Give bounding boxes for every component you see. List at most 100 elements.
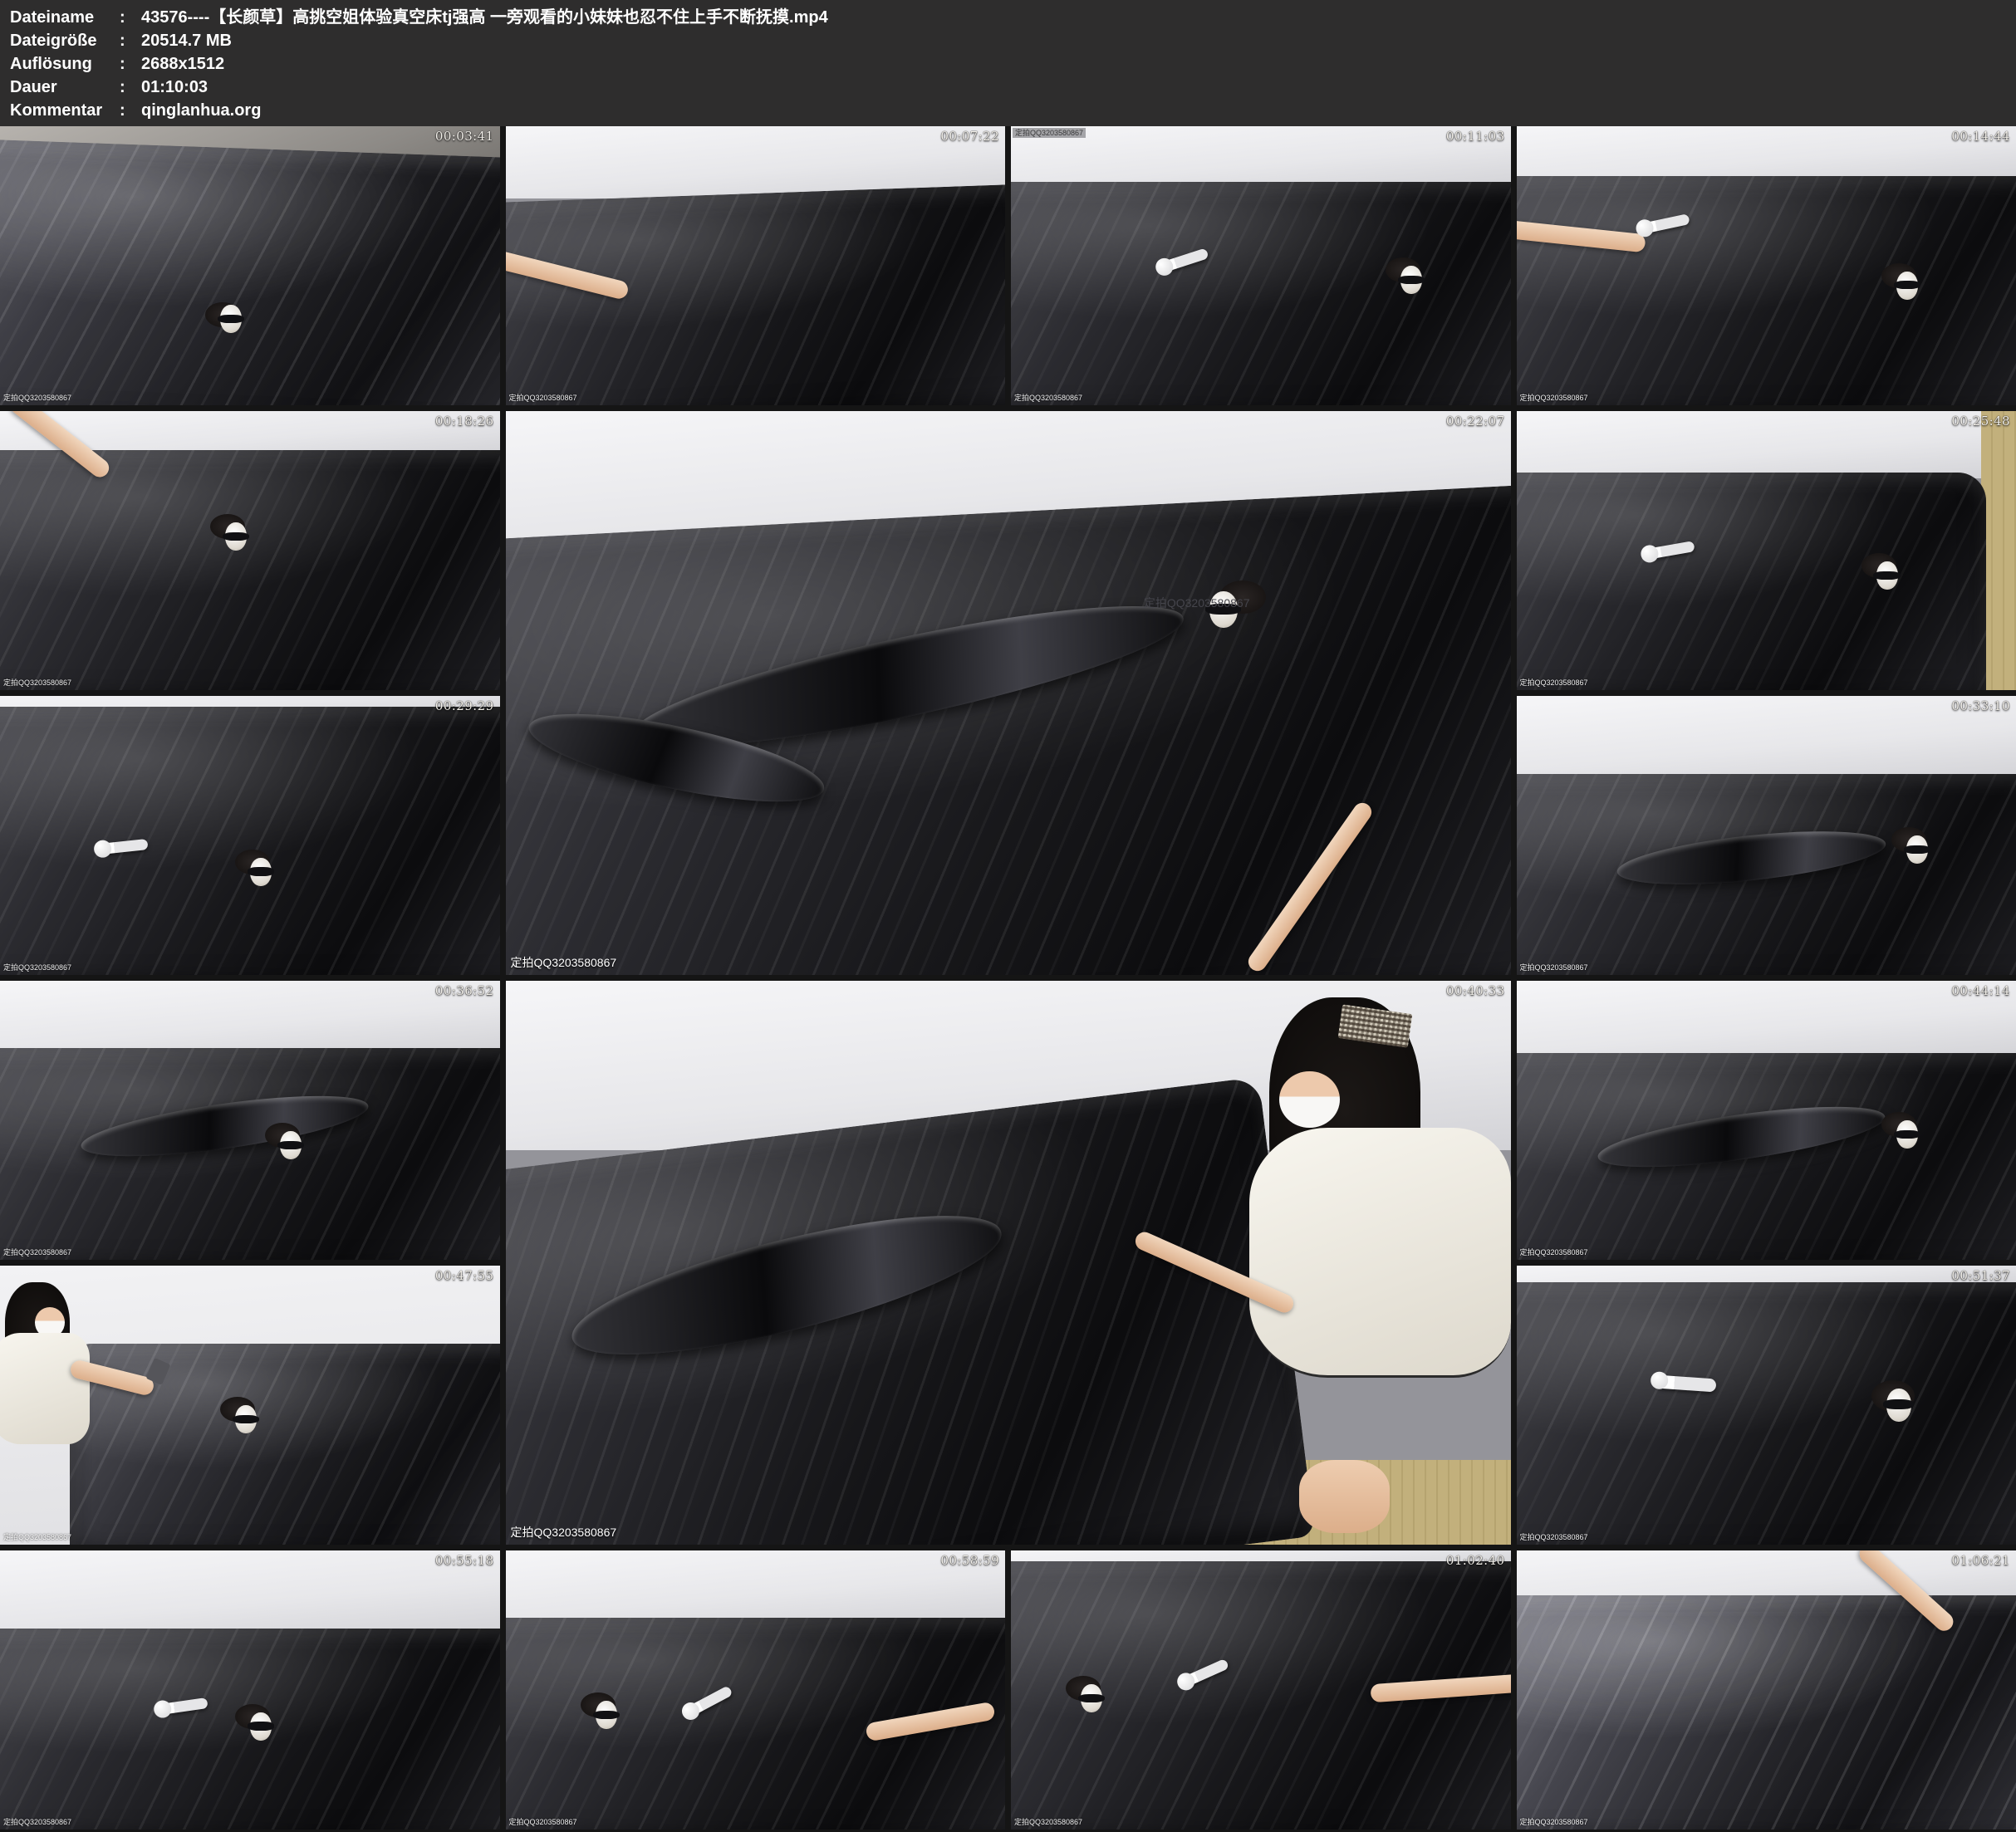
wall-background bbox=[0, 981, 500, 1053]
video-thumbnail-5: 定拍QQ3203580867 00:18:26 bbox=[0, 411, 500, 690]
qq-watermark: 定拍QQ3203580867 bbox=[3, 1816, 71, 1827]
vacuum-bed bbox=[0, 1048, 500, 1260]
frame-art: 定拍QQ3203580867 bbox=[0, 696, 500, 975]
vacuum-bed bbox=[0, 139, 500, 405]
head-mask bbox=[596, 1701, 617, 1729]
timestamp-overlay: 00:22:07 bbox=[1446, 414, 1505, 429]
timestamp-overlay: 00:07:22 bbox=[940, 129, 999, 144]
frame-art: 定拍QQ3203580867 bbox=[1517, 411, 2016, 690]
vacuum-bed bbox=[1517, 1282, 2016, 1545]
video-thumbnail-12: 定拍QQ3203580867 00:44:14 bbox=[1517, 981, 2016, 1260]
video-thumbnail-2: 定拍QQ3203580867 00:07:22 bbox=[506, 126, 1006, 405]
qq-watermark: 定拍QQ3203580867 bbox=[1520, 1816, 1588, 1827]
timestamp-overlay: 00:25:48 bbox=[1951, 414, 2010, 429]
wall-background bbox=[0, 1550, 500, 1634]
meta-separator: : bbox=[120, 76, 141, 99]
qq-watermark: 定拍QQ3203580867 bbox=[3, 1531, 71, 1542]
frame-art: 定拍QQ3203580867 bbox=[1517, 696, 2016, 975]
blindfold bbox=[1398, 276, 1425, 284]
file-metadata-header: Dateiname : 43576----【长颜草】高挑空姐体验真空床tj强高 … bbox=[0, 0, 2016, 126]
qq-watermark: 定拍QQ3203580867 bbox=[1520, 1531, 1588, 1542]
frame-art: 定拍QQ3203580867 定拍QQ3203580867 bbox=[1011, 126, 1511, 405]
blindfold bbox=[218, 315, 244, 323]
timestamp-overlay: 00:36:52 bbox=[435, 983, 494, 998]
vacuum-bed bbox=[1517, 176, 2016, 405]
wall-background bbox=[1011, 126, 1511, 188]
qq-watermark: 定拍QQ3203580867 bbox=[509, 392, 577, 403]
blindfold bbox=[1883, 1399, 1914, 1409]
frame-art: 定拍QQ3203580867 bbox=[506, 1550, 1006, 1830]
head-mask bbox=[250, 858, 272, 886]
video-thumbnail-6-large: 定拍QQ3203580867 定拍QQ3203580867 00:22:07 bbox=[506, 411, 1511, 975]
wall-background bbox=[1517, 981, 2016, 1059]
observer-leg bbox=[1299, 1460, 1390, 1533]
timestamp-overlay: 00:18:26 bbox=[435, 414, 494, 429]
blindfold bbox=[248, 1722, 274, 1730]
frame-art: 定拍QQ3203580867 bbox=[1011, 1550, 1511, 1830]
head-mask bbox=[1876, 561, 1898, 590]
video-thumbnail-11-large: 定拍QQ3203580867 00:40:33 bbox=[506, 981, 1511, 1545]
frame-art: 定拍QQ3203580867 定拍QQ3203580867 bbox=[506, 411, 1511, 975]
video-thumbnail-4: 定拍QQ3203580867 00:14:44 bbox=[1517, 126, 2016, 405]
timestamp-overlay: 01:06:21 bbox=[1951, 1553, 2010, 1568]
video-thumbnail-14: 定拍QQ3203580867 00:51:37 bbox=[1517, 1266, 2016, 1545]
tatami-mat bbox=[1981, 411, 2016, 690]
meta-separator: : bbox=[120, 52, 141, 76]
head-mask bbox=[1906, 835, 1928, 864]
head-mask bbox=[1400, 266, 1422, 294]
frame-art: 定拍QQ3203580867 bbox=[506, 981, 1511, 1545]
qq-watermark: 定拍QQ3203580867 bbox=[1520, 1247, 1588, 1257]
qq-watermark: 定拍QQ3203580867 bbox=[511, 954, 617, 971]
frame-art: 定拍QQ3203580867 bbox=[1517, 1550, 2016, 1830]
meta-separator: : bbox=[120, 6, 141, 29]
timestamp-overlay: 00:11:03 bbox=[1446, 129, 1505, 144]
qq-watermark: 定拍QQ3203580867 bbox=[3, 392, 71, 403]
blindfold bbox=[1894, 1130, 1920, 1139]
video-thumbnail-17: 定拍QQ3203580867 01:02:40 bbox=[1011, 1550, 1511, 1830]
meta-label: Kommentar bbox=[10, 99, 120, 122]
video-thumbnail-18: 定拍QQ3203580867 01:06:21 bbox=[1517, 1550, 2016, 1830]
meta-label: Dateiname bbox=[10, 6, 120, 29]
head-mask bbox=[225, 522, 247, 551]
meta-row-kommentar: Kommentar : qinglanhua.org bbox=[10, 99, 2016, 122]
blindfold bbox=[223, 532, 249, 541]
video-thumbnail-3: 定拍QQ3203580867 定拍QQ3203580867 00:11:03 bbox=[1011, 126, 1511, 405]
timestamp-overlay: 00:03:41 bbox=[435, 129, 494, 144]
qq-watermark: 定拍QQ3203580867 bbox=[1014, 392, 1082, 403]
blindfold bbox=[233, 1415, 259, 1423]
frame-art: 定拍QQ3203580867 bbox=[0, 411, 500, 690]
qq-watermark: 定拍QQ3203580867 bbox=[3, 1247, 71, 1257]
blindfold bbox=[277, 1141, 304, 1149]
blindfold bbox=[593, 1711, 620, 1719]
frame-art: 定拍QQ3203580867 bbox=[1517, 1266, 2016, 1545]
video-thumbnail-13: 定拍QQ3203580867 00:47:55 bbox=[0, 1266, 500, 1545]
qq-watermark: 定拍QQ3203580867 bbox=[1014, 1816, 1082, 1827]
timestamp-overlay: 00:55:18 bbox=[435, 1553, 494, 1568]
meta-row-dauer: Dauer : 01:10:03 bbox=[10, 76, 2016, 99]
vacuum-bed bbox=[1011, 182, 1511, 405]
qq-watermark-center: 定拍QQ3203580867 bbox=[1144, 595, 1250, 611]
meta-row-aufloesung: Auflösung : 2688x1512 bbox=[10, 52, 2016, 76]
vacuum-bed bbox=[1517, 473, 1986, 690]
watermark-badge: 定拍QQ3203580867 bbox=[1013, 128, 1086, 138]
video-thumbnail-16: 定拍QQ3203580867 00:58:59 bbox=[506, 1550, 1006, 1830]
head-mask bbox=[220, 305, 242, 333]
video-thumbnail-8: 定拍QQ3203580867 00:29:29 bbox=[0, 696, 500, 975]
head-mask bbox=[250, 1712, 272, 1741]
frame-art: 定拍QQ3203580867 bbox=[0, 126, 500, 405]
video-thumbnail-10: 定拍QQ3203580867 00:36:52 bbox=[0, 981, 500, 1260]
wall-background bbox=[1517, 411, 2016, 478]
meta-value-duration: 01:10:03 bbox=[141, 76, 2016, 99]
meta-separator: : bbox=[120, 29, 141, 52]
thumbnail-grid: 定拍QQ3203580867 00:03:41 定拍QQ3203580867 0… bbox=[0, 126, 2016, 1832]
frame-art: 定拍QQ3203580867 bbox=[1517, 126, 2016, 405]
observer-shirt bbox=[1249, 1128, 1511, 1379]
vacuum-bed bbox=[0, 707, 500, 975]
head-mask bbox=[1081, 1684, 1102, 1712]
meta-value-resolution: 2688x1512 bbox=[141, 52, 2016, 76]
timestamp-overlay: 00:51:37 bbox=[1951, 1268, 2010, 1283]
video-thumbnail-1: 定拍QQ3203580867 00:03:41 bbox=[0, 126, 500, 405]
meta-row-dateigroesse: Dateigröße : 20514.7 MB bbox=[10, 29, 2016, 52]
frame-art: 定拍QQ3203580867 bbox=[506, 126, 1006, 405]
qq-watermark: 定拍QQ3203580867 bbox=[1520, 392, 1588, 403]
